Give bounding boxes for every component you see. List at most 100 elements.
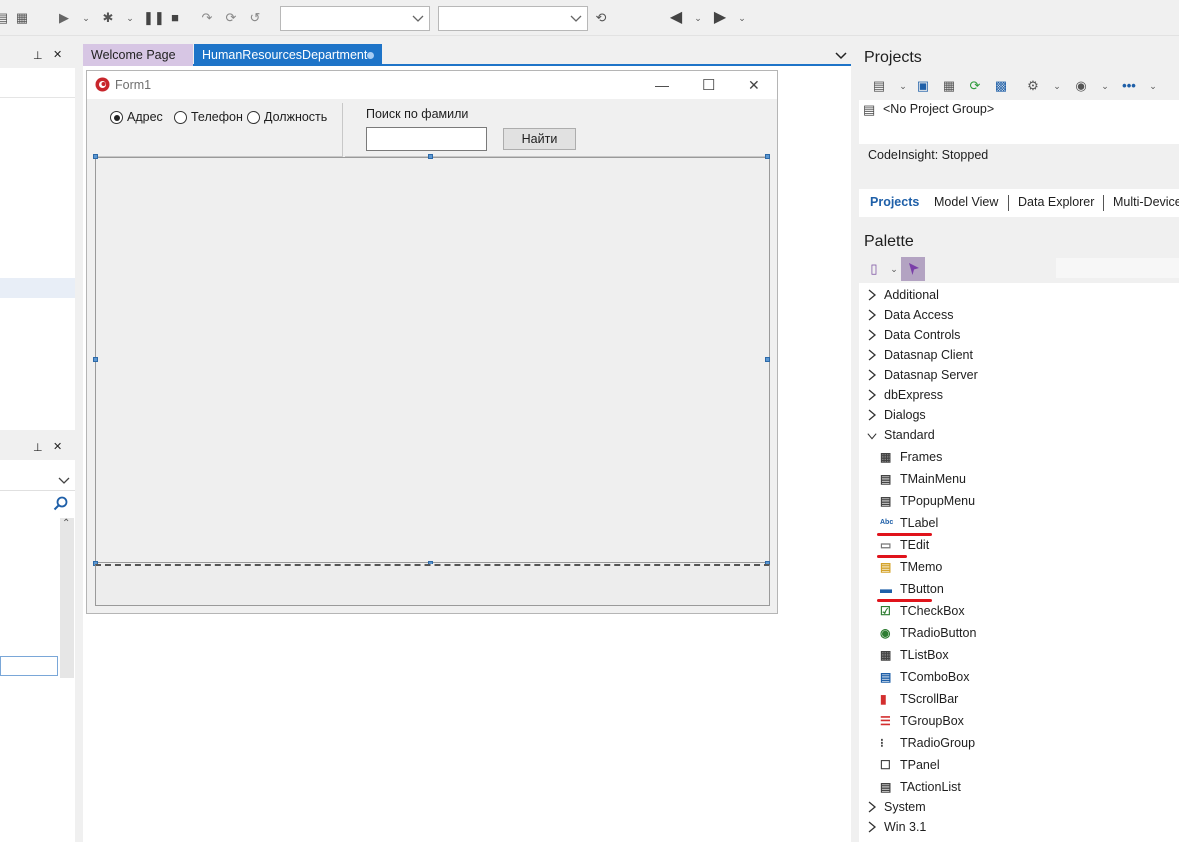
palette-component-tlabel[interactable]: Abc TLabel — [859, 513, 1179, 536]
tab-human-resources[interactable]: HumanResourcesDepartment — [194, 44, 382, 66]
run-dropdown-icon[interactable]: ⌄ — [78, 10, 94, 26]
dropdown-icon[interactable]: ⌄ — [1145, 78, 1161, 94]
palette-category-additional[interactable]: Additional — [859, 286, 1179, 306]
component-label: TPanel — [900, 758, 940, 772]
form-titlebar[interactable]: Form1 — ☐ ✕ — [87, 71, 777, 99]
new-component-icon[interactable]: ▯ — [866, 261, 882, 277]
tab-data-explorer[interactable]: Data Explorer — [1018, 195, 1094, 209]
palette-component-tradiobutton[interactable]: ◉ TRadioButton — [859, 623, 1179, 645]
close-icon[interactable]: ✕ — [53, 48, 62, 61]
resize-handle[interactable] — [93, 154, 98, 159]
tab-welcome-page[interactable]: Welcome Page — [83, 44, 193, 66]
project-group-node[interactable]: <No Project Group> — [883, 102, 994, 116]
dropdown-icon[interactable]: ⌄ — [1097, 78, 1113, 94]
palette-component-tlistbox[interactable]: ▦ TListBox — [859, 645, 1179, 667]
dropdown-icon[interactable]: ⌄ — [895, 78, 911, 94]
close-icon[interactable]: ✕ — [53, 440, 62, 453]
palette-category-standard[interactable]: Standard — [859, 426, 1179, 446]
configuration-combo[interactable] — [280, 6, 430, 31]
palette-component-tradiogroup[interactable]: ⁝ TRadioGroup — [859, 733, 1179, 755]
project-group-icon: ▤ — [863, 102, 876, 117]
build-icon[interactable]: ⚙ — [1025, 78, 1041, 94]
tab-multi-device[interactable]: Multi-Device — [1113, 195, 1179, 209]
tab-label: HumanResourcesDepartment — [202, 48, 368, 62]
palette-category-datasnap-client[interactable]: Datasnap Client — [859, 346, 1179, 366]
resize-handle[interactable] — [428, 154, 433, 159]
close-icon[interactable]: ✕ — [748, 77, 760, 94]
debug-dropdown-icon[interactable]: ⌄ — [122, 10, 138, 26]
run-icon[interactable]: ▶ — [56, 10, 72, 26]
maximize-icon[interactable]: ☐ — [702, 76, 715, 94]
palette-category-system[interactable]: System — [859, 798, 1179, 818]
sync-icon[interactable]: ▩ — [993, 78, 1009, 94]
forward-dropdown-icon[interactable]: ⌄ — [734, 10, 750, 26]
platform-combo[interactable] — [438, 6, 588, 31]
stop-icon[interactable]: ■ — [167, 10, 183, 26]
palette-component-tcombobox[interactable]: ▤ TComboBox — [859, 667, 1179, 689]
inspector-scrollbar[interactable]: ⌃ — [60, 518, 74, 678]
find-button[interactable]: Найти — [503, 128, 576, 150]
palette-category-data-controls[interactable]: Data Controls — [859, 326, 1179, 346]
debug-icon[interactable]: ✱ — [100, 10, 116, 26]
palette-component-tpopupmenu[interactable]: ▤ TPopupMenu — [859, 491, 1179, 513]
palette-component-tscrollbar[interactable]: ▮ TScrollBar — [859, 689, 1179, 711]
chevron-right-icon — [867, 801, 877, 813]
palette-category-win-3-1[interactable]: Win 3.1 — [859, 818, 1179, 838]
run-until-icon[interactable]: ↺ — [247, 10, 263, 26]
refresh-icon[interactable]: ⟳ — [967, 78, 983, 94]
palette-search[interactable] — [1056, 258, 1179, 278]
palette-component-tactionlist[interactable]: ▤ TActionList — [859, 777, 1179, 799]
inspector-search[interactable] — [0, 492, 75, 514]
palette-toolbar: ▯ ⌄ — [859, 255, 1179, 283]
palette-component-tedit[interactable]: ▭ TEdit — [859, 535, 1179, 558]
refresh-target-icon[interactable]: ⟲ — [593, 10, 609, 26]
structure-selected-row[interactable] — [0, 278, 75, 298]
palette-category-dialogs[interactable]: Dialogs — [859, 406, 1179, 426]
pin-icon[interactable]: ⊥ — [33, 441, 43, 454]
palette-component-frames[interactable]: ▦ Frames — [859, 447, 1179, 469]
save-all-icon[interactable]: ▦ — [14, 10, 30, 26]
forward-icon[interactable]: ▶ — [712, 10, 728, 26]
dropdown-icon[interactable]: ⌄ — [1049, 78, 1065, 94]
palette-component-tcheckbox[interactable]: ☑ TCheckBox — [859, 601, 1179, 623]
new-project-icon[interactable]: ▤ — [871, 78, 887, 94]
left-splitter[interactable] — [75, 44, 83, 842]
palette-category-datasnap-server[interactable]: Datasnap Server — [859, 366, 1179, 386]
options-icon[interactable]: ▦ — [941, 78, 957, 94]
palette-category-data-access[interactable]: Data Access — [859, 306, 1179, 326]
right-splitter[interactable] — [851, 44, 859, 842]
resize-handle[interactable] — [765, 357, 770, 362]
dbgrid-area[interactable] — [95, 157, 770, 563]
add-icon[interactable]: ▣ — [915, 78, 931, 94]
form1-window[interactable]: Form1 — ☐ ✕ Адрес Телефон Должность Поис… — [86, 70, 778, 614]
dropdown-icon[interactable]: ⌄ — [886, 261, 902, 277]
open-icon[interactable]: ▤ — [0, 10, 10, 26]
chevron-down-icon[interactable] — [834, 48, 848, 62]
pointer-icon[interactable] — [901, 257, 925, 281]
inspector-value-field[interactable] — [0, 656, 58, 676]
palette-component-tmemo[interactable]: ▤ TMemo — [859, 557, 1179, 579]
pause-icon[interactable]: ❚❚ — [143, 10, 165, 26]
target-icon[interactable]: ◉ — [1073, 78, 1089, 94]
back-icon[interactable]: ◀ — [668, 10, 684, 26]
object-selector[interactable] — [0, 469, 75, 491]
palette-component-tmainmenu[interactable]: ▤ TMainMenu — [859, 469, 1179, 491]
surname-search-input[interactable] — [366, 127, 487, 151]
more-icon[interactable]: ••• — [1121, 78, 1137, 94]
minimize-icon[interactable]: — — [655, 77, 669, 93]
resize-handle[interactable] — [765, 154, 770, 159]
splitter-bottom-panel[interactable] — [95, 564, 770, 606]
step-over-icon[interactable]: ↷ — [199, 10, 215, 26]
palette-component-tbutton[interactable]: ▬ TButton — [859, 579, 1179, 602]
palette-category-dbexpress[interactable]: dbExpress — [859, 386, 1179, 406]
palette-component-tgroupbox[interactable]: ☰ TGroupBox — [859, 711, 1179, 733]
palette-component-tpanel[interactable]: ☐ TPanel — [859, 755, 1179, 777]
resize-handle[interactable] — [93, 357, 98, 362]
tab-projects[interactable]: Projects — [870, 195, 919, 209]
scroll-up-icon[interactable]: ⌃ — [62, 518, 70, 529]
back-dropdown-icon[interactable]: ⌄ — [690, 10, 706, 26]
component-label: TPopupMenu — [900, 494, 976, 508]
tab-model-view[interactable]: Model View — [934, 195, 998, 209]
pin-icon[interactable]: ⊥ — [33, 49, 43, 62]
step-into-icon[interactable]: ⟳ — [223, 10, 239, 26]
